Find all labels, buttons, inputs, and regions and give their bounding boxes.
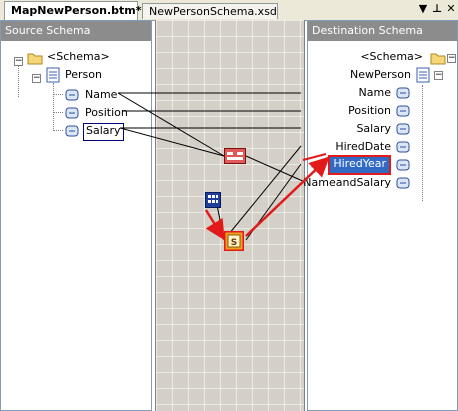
folder-icon [27, 53, 43, 65]
source-schema-pane: Source Schema − <Schema> − Person Name P… [0, 20, 152, 411]
destination-field-salary[interactable]: Salary [356, 121, 391, 137]
collapse-toggle[interactable]: − [14, 57, 23, 66]
destination-schema-root[interactable]: <Schema> [360, 49, 423, 65]
field-icon [396, 159, 410, 171]
source-field-name[interactable]: Name [85, 87, 117, 103]
source-field-salary[interactable]: Salary [83, 123, 124, 141]
destination-field-hired-year[interactable]: HiredYear [328, 155, 391, 175]
destination-field-hired-date[interactable]: HiredDate [335, 139, 391, 155]
source-schema-header: Source Schema [1, 21, 151, 41]
destination-field-position[interactable]: Position [348, 103, 391, 119]
close-icon[interactable]: ✕ [444, 2, 458, 16]
collapse-toggle[interactable]: − [434, 71, 443, 80]
destination-schema-pane: Destination Schema <Schema> − NewPerson … [303, 20, 458, 411]
field-icon [65, 125, 79, 137]
record-icon [416, 67, 430, 83]
document-tab-bar: MapNewPerson.btm* NewPersonSchema.xsd ▼ … [0, 0, 458, 21]
field-icon [396, 105, 410, 117]
window-menu-icon[interactable]: ▼ [416, 2, 430, 16]
scripting-functoid-icon[interactable]: S [224, 231, 244, 251]
tab-label: NewPersonSchema.xsd [149, 5, 277, 18]
source-field-position[interactable]: Position [85, 105, 128, 121]
field-icon [396, 141, 410, 153]
field-icon [65, 89, 79, 101]
record-icon [46, 67, 60, 83]
tab-new-person-schema[interactable]: NewPersonSchema.xsd [142, 3, 278, 19]
field-icon [396, 177, 410, 189]
destination-field-name[interactable]: Name [359, 85, 391, 101]
svg-text:S: S [231, 238, 237, 248]
field-icon [396, 123, 410, 135]
tab-label: MapNewPerson.btm* [11, 4, 142, 17]
tree-line [422, 85, 423, 201]
folder-icon [430, 53, 446, 65]
tree-line [53, 112, 63, 113]
tree-line [18, 65, 19, 97]
collapse-toggle[interactable]: − [447, 54, 456, 63]
field-icon [65, 107, 79, 119]
collapse-toggle[interactable]: − [32, 74, 41, 83]
field-icon [396, 87, 410, 99]
mapping-grid[interactable] [155, 20, 305, 411]
tree-line [53, 130, 63, 131]
tree-line [53, 83, 54, 131]
tree-line [53, 94, 63, 95]
tab-map-new-person[interactable]: MapNewPerson.btm* [4, 1, 142, 21]
destination-field-name-and-salary[interactable]: NameandSalary [303, 175, 391, 191]
destination-schema-header: Destination Schema [308, 21, 457, 41]
destination-record-new-person[interactable]: NewPerson [350, 67, 411, 83]
string-concatenate-functoid-icon[interactable] [224, 148, 246, 164]
source-record-person[interactable]: Person [65, 67, 102, 83]
source-schema-root[interactable]: <Schema> [47, 49, 110, 65]
date-time-functoid-icon[interactable] [205, 192, 221, 208]
pin-icon[interactable]: ⊥ [430, 2, 444, 16]
